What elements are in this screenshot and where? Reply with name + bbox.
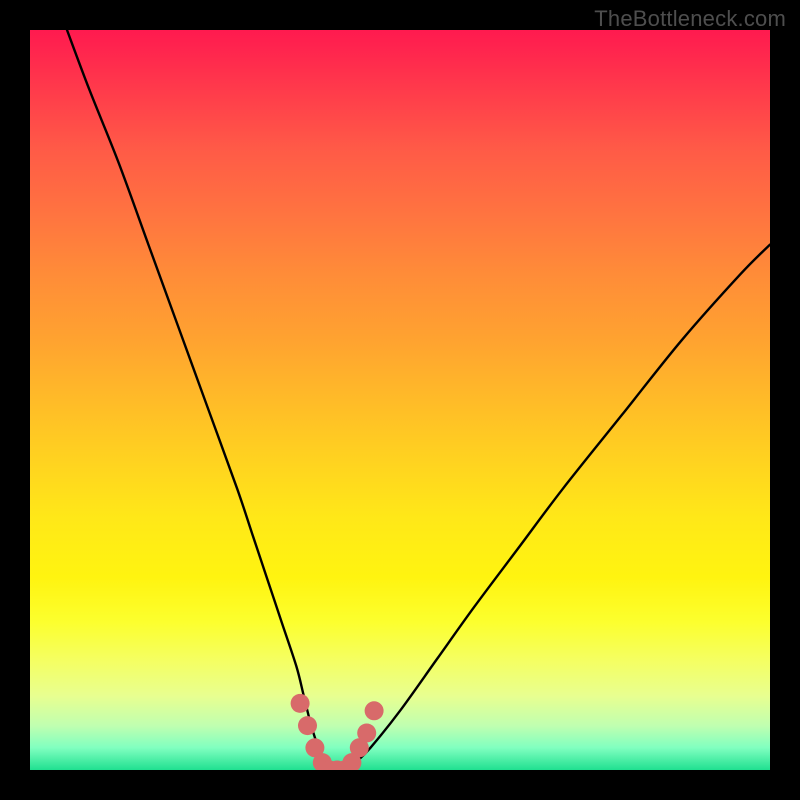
chart-frame: TheBottleneck.com bbox=[0, 0, 800, 800]
bottom-dot bbox=[291, 694, 310, 713]
bottom-dot bbox=[365, 701, 384, 720]
bottleneck-curve-path bbox=[67, 30, 770, 770]
bottom-dot bbox=[298, 716, 317, 735]
bottleneck-curve bbox=[67, 30, 770, 770]
watermark-text: TheBottleneck.com bbox=[594, 6, 786, 32]
bottom-dot bbox=[357, 724, 376, 743]
plot-area bbox=[30, 30, 770, 770]
curve-layer bbox=[30, 30, 770, 770]
bottom-dot-markers bbox=[291, 694, 384, 770]
